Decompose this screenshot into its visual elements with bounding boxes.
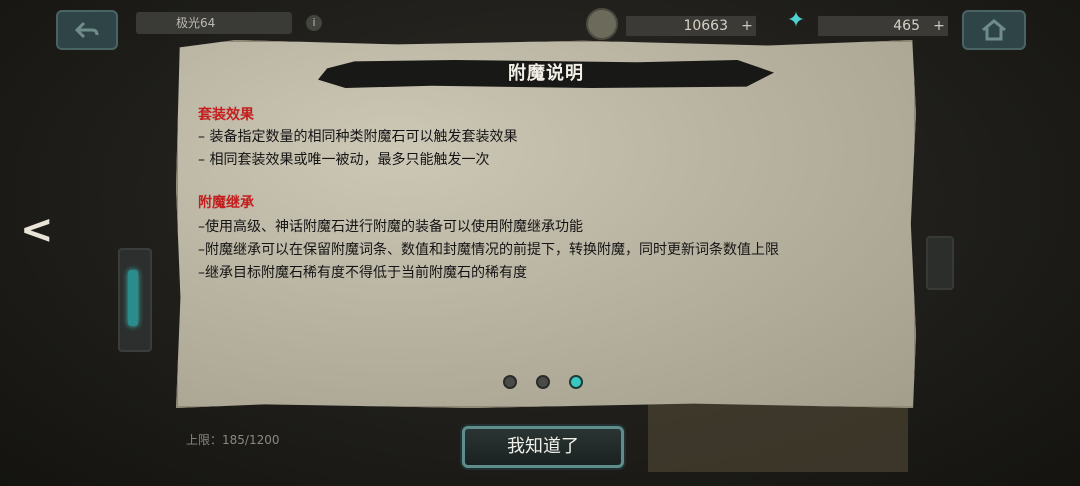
previous-page-arrow-icon[interactable]: < bbox=[20, 210, 56, 250]
right-panel-device bbox=[926, 236, 954, 290]
capacity-limit-text: 上限：185/1200 bbox=[186, 433, 280, 447]
player-name: 极光64 bbox=[136, 12, 292, 34]
home-button[interactable] bbox=[962, 10, 1026, 50]
gem-count: 465 bbox=[818, 16, 948, 36]
home-icon bbox=[982, 19, 1006, 41]
section-heading-set-effect: 套装效果 bbox=[198, 107, 254, 123]
back-arrow-icon bbox=[74, 21, 99, 39]
background-panel bbox=[648, 400, 908, 472]
page-dot-active[interactable] bbox=[569, 375, 583, 389]
left-panel-device bbox=[118, 248, 152, 352]
coin-count: 10663 bbox=[626, 16, 756, 36]
back-button[interactable] bbox=[56, 10, 118, 50]
section-heading-inherit: 附魔继承 bbox=[198, 195, 254, 211]
inherit-line: –附魔继承可以在保留附魔词条、数值和封魔情况的前提下，转换附魔，同时更新词条数值… bbox=[198, 242, 779, 258]
dialog-title: 附魔说明 bbox=[508, 63, 584, 84]
add-coins-button[interactable]: + bbox=[740, 19, 754, 33]
page-dot[interactable] bbox=[536, 375, 550, 389]
page-dot[interactable] bbox=[503, 375, 517, 389]
crystal-icon: ✦ bbox=[786, 8, 806, 33]
set-effect-line: – 相同套装效果或唯一被动，最多只能触发一次 bbox=[198, 152, 490, 168]
device-glow bbox=[128, 270, 138, 326]
info-icon[interactable]: i bbox=[306, 15, 322, 31]
set-effect-line: – 装备指定数量的相同种类附魔石可以触发套装效果 bbox=[198, 129, 518, 145]
coin-icon bbox=[586, 8, 618, 40]
inherit-line: –使用高级、神话附魔石进行附魔的装备可以使用附魔继承功能 bbox=[198, 219, 583, 235]
inherit-line: –继承目标附魔石稀有度不得低于当前附魔石的稀有度 bbox=[198, 265, 527, 281]
add-gems-button[interactable]: + bbox=[932, 19, 946, 33]
top-bar: 极光64 i 10663 + ✦ 465 + bbox=[0, 0, 1080, 50]
confirm-button[interactable]: 我知道了 bbox=[462, 426, 624, 468]
